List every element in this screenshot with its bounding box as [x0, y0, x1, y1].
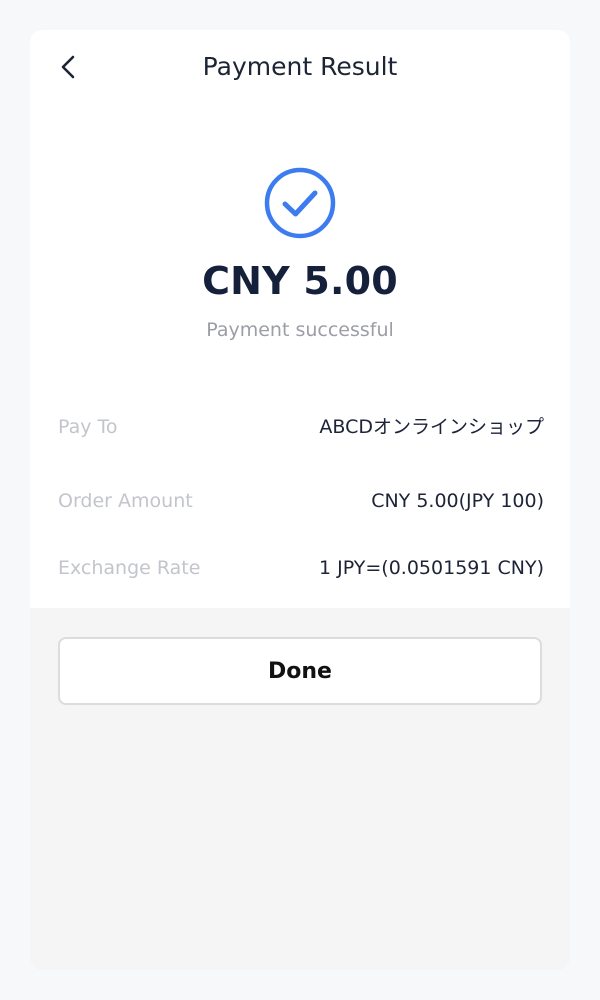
- detail-label: Exchange Rate: [58, 557, 201, 579]
- page-title: Payment Result: [202, 52, 398, 81]
- detail-value: ABCDオンラインショップ: [319, 416, 544, 438]
- detail-label: Pay To: [58, 416, 118, 438]
- detail-row-pay-to: Pay To ABCDオンラインショップ: [58, 410, 544, 444]
- detail-value: CNY 5.00(JPY 100): [371, 490, 544, 512]
- detail-row-order-amount: Order Amount CNY 5.00(JPY 100): [58, 484, 544, 518]
- detail-label: Order Amount: [58, 490, 193, 512]
- payment-result-card: Payment Result CNY 5.00 Payment successf…: [30, 30, 570, 970]
- result-panel: Payment Result CNY 5.00 Payment successf…: [30, 30, 570, 608]
- detail-value: 1 JPY=(0.0501591 CNY): [319, 557, 544, 579]
- done-button[interactable]: Done: [58, 637, 542, 705]
- check-circle-icon: [264, 167, 336, 239]
- payment-status: Payment successful: [206, 319, 394, 341]
- payment-amount: CNY 5.00: [202, 259, 398, 303]
- detail-row-exchange-rate: Exchange Rate 1 JPY=(0.0501591 CNY): [58, 551, 544, 585]
